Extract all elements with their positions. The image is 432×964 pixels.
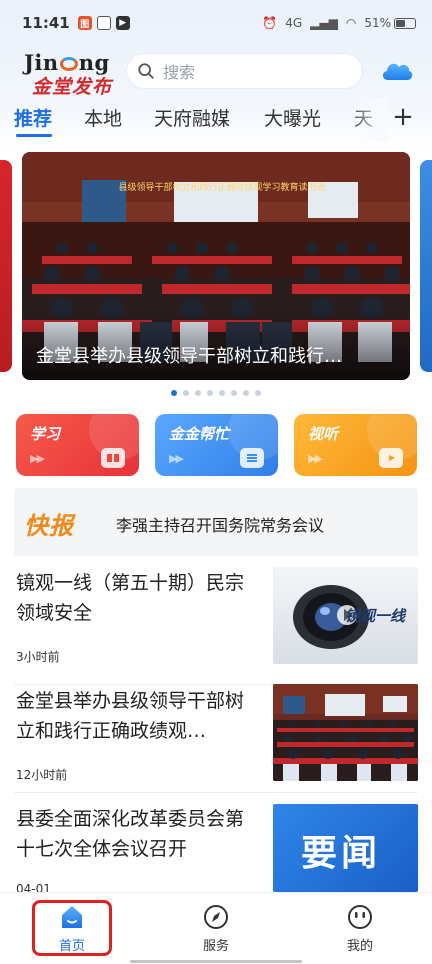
news-thumbnail[interactable]: 镜观一线 [273,567,418,664]
add-channel-button[interactable]: + [390,102,416,132]
news-item[interactable]: 金堂县举办县级领导干部树立和践行正确政绩观… 12小时前 [0,684,432,792]
battery-indicator: 51% [364,16,416,30]
tab-tianfu-media[interactable]: 天府融媒 [154,104,230,131]
news-thumbnail[interactable] [273,684,418,781]
book-icon [101,448,125,468]
quick-news-headline[interactable]: 李强主持召开国务院常务会议 [116,512,324,536]
status-time: 11:41 [22,14,70,32]
notification-app-icon: 图 [77,16,92,30]
battery-icon [394,17,416,29]
battery-text: 51% [364,16,391,30]
list-icon [240,448,264,468]
pagination-dot[interactable] [231,390,237,396]
nav-label: 我的 [346,939,373,954]
news-thumbnail[interactable]: 要闻 [273,804,418,892]
thumb-caption: 要闻 [301,833,382,874]
tab-exposure[interactable]: 大曝光 [264,104,321,131]
logo-ring-icon [59,57,78,71]
feature-card-label: 金金帮忙 [169,425,230,443]
home-highlight-box [32,900,112,956]
news-item[interactable]: 镜观一线（第五十期）民宗领域安全 3小时前 镜观一线 [0,564,432,684]
pagination-dot[interactable] [207,390,213,396]
logo-text-cn: 金堂发布 [32,76,113,98]
pagination-dot[interactable] [255,390,261,396]
active-tab-indicator [16,134,52,137]
search-icon [138,63,154,79]
pagination-dot[interactable] [171,390,177,396]
next-slide-peek[interactable] [420,160,432,372]
carousel-pagination [0,390,432,400]
notification-video-icon: ▶ [115,16,130,30]
app-header: Jin ng 金堂发布 搜索 [0,48,432,98]
pagination-dot[interactable] [195,390,201,396]
search-input[interactable]: 搜索 [127,54,362,88]
news-title[interactable]: 金堂县举办县级领导干部树立和践行正确政绩观… [16,686,260,746]
tabs-fade [348,98,388,142]
pagination-dot[interactable] [243,390,249,396]
quick-news-bar[interactable]: 快报 李强主持召开国务院常务会议 [14,488,418,556]
nav-service[interactable]: 服务 [176,903,256,954]
banner-carousel: 县级领导干部树立和践行正确政绩观学习教育读书班 金堂县举办县级领导干部树立和践行… [0,152,432,380]
chevrons-icon: ▶▶ [308,452,323,465]
pagination-dot[interactable] [183,390,189,396]
status-bar: 11:41 图 ▶ ⏰ 4G ▂▄▆ ◠ 51% [0,0,432,46]
news-title[interactable]: 县委全面深化改革委员会第十七次全体会议召开 [16,804,260,864]
nav-label: 服务 [202,939,229,954]
tab-local[interactable]: 本地 [84,104,122,131]
app-logo[interactable]: Jin ng 金堂发布 [24,50,120,98]
feature-card-label: 视听 [308,425,339,443]
banner-caption: 金堂县举办县级领导干部树立和践行… [36,346,342,367]
prev-slide-peek[interactable] [0,160,12,372]
divider [14,792,418,793]
cloud-icon[interactable] [380,56,414,82]
nav-profile[interactable]: 我的 [320,903,400,954]
signal-icon: ▂▄▆ [310,16,338,30]
banner-slide[interactable]: 县级领导干部树立和践行正确政绩观学习教育读书班 金堂县举办县级领导干部树立和践行… [22,152,410,380]
feature-card-label: 学习 [30,425,61,443]
tv-play-icon [379,448,403,468]
wifi-icon: ◠ [345,16,357,30]
feature-card-help[interactable]: 金金帮忙 ▶▶ [155,414,278,476]
feature-card-audiovisual[interactable]: 视听 ▶▶ [294,414,417,476]
pagination-dot[interactable] [219,390,225,396]
chevrons-icon: ▶▶ [30,452,45,465]
notification-gallery-icon [96,16,111,30]
compass-icon [204,905,228,929]
alarm-icon: ⏰ [262,16,278,30]
news-time: 3小时前 [16,650,60,664]
meeting-photo [273,684,418,781]
channel-tabs: 推荐 本地 天府融媒 大曝光 天 + [0,98,432,142]
search-placeholder: 搜索 [163,63,196,82]
chevrons-icon: ▶▶ [169,452,184,465]
news-item[interactable]: 县委全面深化改革委员会第十七次全体会议召开 04-01 要闻 [0,796,432,896]
news-title[interactable]: 镜观一线（第五十期）民宗领域安全 [16,568,260,628]
thumb-caption: 镜观一线 [345,607,406,625]
network-type: 4G [285,16,303,30]
profile-face-icon [348,905,372,929]
feature-card-study[interactable]: 学习 ▶▶ [16,414,139,476]
quick-news-logo: 快报 [24,512,74,540]
banner-sign-text: 县级领导干部树立和践行正确政绩观学习教育读书班 [118,183,326,193]
news-time: 12小时前 [16,768,68,782]
system-home-indicator[interactable] [130,960,302,963]
tab-recommend[interactable]: 推荐 [14,104,52,131]
